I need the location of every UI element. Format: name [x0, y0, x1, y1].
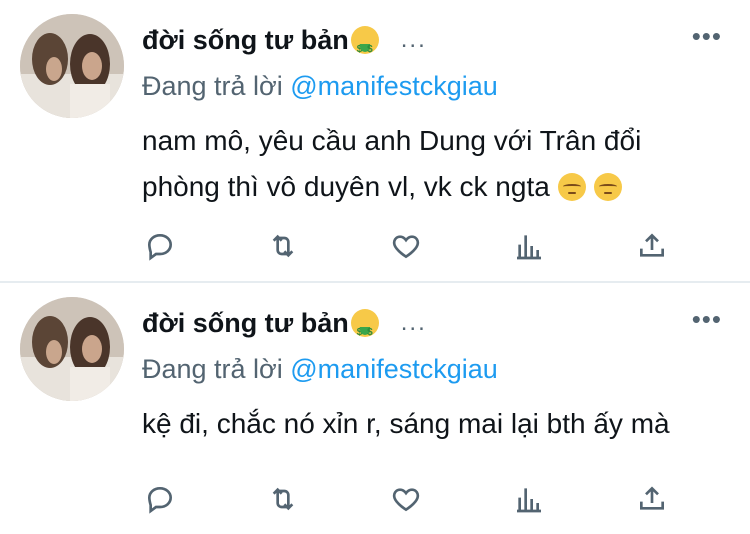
author-row: đời sống tư bản ... — [142, 303, 427, 353]
tweet-text: kệ đi, chắc nó xỉn r, sáng mai lại bth ấ… — [142, 401, 724, 447]
reply-icon[interactable] — [142, 481, 178, 517]
tweet-actions — [142, 481, 670, 517]
retweet-icon[interactable] — [265, 481, 301, 517]
money-mouth-emoji-icon — [350, 309, 379, 353]
more-options-icon[interactable]: ••• — [692, 306, 722, 332]
pensive-emoji-icon — [593, 173, 622, 201]
like-icon[interactable] — [388, 228, 424, 264]
money-mouth-emoji-icon — [350, 26, 379, 70]
avatar[interactable] — [20, 297, 124, 401]
truncation-dots: ... — [400, 26, 427, 53]
tweet[interactable]: đời sống tư bản ... ••• Đang trả lời @ma… — [0, 283, 750, 534]
tweet-text: nam mô, yêu cầu anh Dung với Trân đổi ph… — [142, 118, 724, 210]
replying-to-handle[interactable]: @manifestckgiau — [290, 71, 498, 101]
retweet-icon[interactable] — [265, 228, 301, 264]
author-name[interactable]: đời sống tư bản — [142, 20, 349, 60]
truncation-dots: ... — [400, 309, 427, 336]
avatar[interactable] — [20, 14, 124, 118]
stats-icon[interactable] — [511, 228, 547, 264]
replying-to-label: Đang trả lời — [142, 71, 291, 101]
share-icon[interactable] — [634, 228, 670, 264]
replying-to: Đang trả lời @manifestckgiau — [142, 351, 498, 387]
author-row: đời sống tư bản ... — [142, 20, 427, 70]
like-icon[interactable] — [388, 481, 424, 517]
replying-to: Đang trả lời @manifestckgiau — [142, 68, 498, 104]
tweet-text-body: kệ đi, chắc nó xỉn r, sáng mai lại bth ấ… — [142, 408, 670, 439]
tweet-actions — [142, 228, 670, 264]
reply-icon[interactable] — [142, 228, 178, 264]
replying-to-handle[interactable]: @manifestckgiau — [290, 354, 498, 384]
stats-icon[interactable] — [511, 481, 547, 517]
tweet[interactable]: đời sống tư bản ... ••• Đang trả lời @ma… — [0, 0, 750, 283]
pensive-emoji-icon — [557, 173, 586, 201]
share-icon[interactable] — [634, 481, 670, 517]
more-options-icon[interactable]: ••• — [692, 23, 722, 49]
author-name[interactable]: đời sống tư bản — [142, 303, 349, 343]
replying-to-label: Đang trả lời — [142, 354, 291, 384]
